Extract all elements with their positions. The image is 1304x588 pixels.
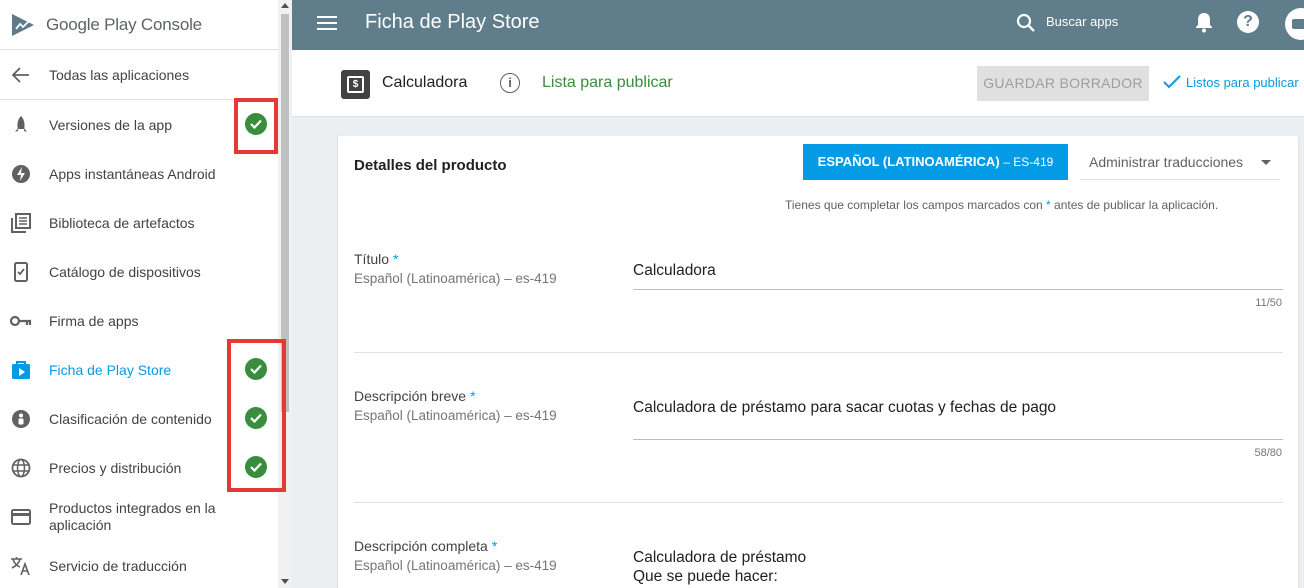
- arrow-back-icon: [10, 64, 32, 86]
- sidebar-item-label: Firma de apps: [49, 312, 139, 329]
- top-app-bar: Ficha de Play Store Buscar apps ?: [292, 0, 1304, 50]
- credit-card-icon: [10, 506, 32, 528]
- required-star: *: [491, 538, 498, 554]
- search-apps-label[interactable]: Buscar apps: [1046, 14, 1118, 29]
- field-locale: Español (Latinoamérica) – es-419: [354, 408, 557, 423]
- card-title: Detalles del producto: [354, 157, 507, 174]
- info-icon[interactable]: i: [500, 73, 520, 93]
- section-divider: [354, 502, 1283, 503]
- sidebar-scrollbar[interactable]: [278, 0, 292, 588]
- sidebar-item-label: Biblioteca de artefactos: [49, 214, 195, 231]
- sidebar-item-label: Catálogo de dispositivos: [49, 263, 201, 280]
- manage-translations-dropdown[interactable]: Administrar traducciones: [1080, 144, 1280, 180]
- short-description-input[interactable]: Calculadora de préstamo para sacar cuota…: [633, 399, 1056, 417]
- sidebar-item-traduccion[interactable]: Servicio de traducción: [0, 541, 278, 588]
- device-icon: [10, 261, 32, 283]
- required-star: *: [1046, 198, 1051, 212]
- sidebar-item-label: Clasificación de contenido: [49, 410, 212, 427]
- sidebar-item-biblioteca[interactable]: Biblioteca de artefactos: [0, 198, 278, 247]
- content-rating-icon: [10, 408, 32, 430]
- manage-translations-label: Administrar traducciones: [1089, 154, 1244, 170]
- brand-logo[interactable]: Google Play Console: [0, 0, 278, 50]
- search-icon[interactable]: [1015, 12, 1037, 34]
- page-title: Ficha de Play Store: [365, 11, 540, 33]
- full-description-line-1[interactable]: Calculadora de préstamo: [633, 549, 806, 567]
- app-subheader: $ Calculadora i Lista para publicar GUAR…: [292, 50, 1304, 117]
- title-input[interactable]: Calculadora: [633, 262, 716, 280]
- publish-status: Lista para publicar: [542, 74, 673, 91]
- save-draft-button[interactable]: GUARDAR BORRADOR: [977, 66, 1149, 101]
- language-code: – ES-419: [1003, 155, 1054, 169]
- key-icon: [10, 310, 32, 332]
- field-label-text: Título: [354, 251, 390, 267]
- sidebar-item-firma[interactable]: Firma de apps: [0, 296, 278, 345]
- library-icon: [10, 212, 32, 234]
- checkmark-icon: [1163, 75, 1181, 89]
- app-icon: $: [341, 70, 370, 99]
- input-underline: [633, 439, 1283, 440]
- highlight-box: [234, 98, 278, 154]
- avatar[interactable]: [1285, 8, 1304, 40]
- char-counter: 11/50: [1255, 297, 1282, 309]
- bolt-icon: [10, 163, 32, 185]
- required-star: *: [393, 251, 399, 267]
- required-star: *: [470, 388, 476, 404]
- app-name: Calculadora: [382, 74, 468, 91]
- brand-name: Google Play Console: [46, 14, 202, 34]
- language-button-label: ESPAÑOL (LATINOAMÉRICA): [817, 154, 1000, 169]
- sidebar: Google Play Console Todas las aplicacion…: [0, 0, 278, 588]
- full-description-label: Descripción completa *: [354, 538, 497, 554]
- menu-icon[interactable]: [317, 16, 337, 30]
- scroll-down-arrow-icon[interactable]: [281, 579, 289, 584]
- store-listing-icon: [10, 359, 32, 381]
- language-button[interactable]: ESPAÑOL (LATINOAMÉRICA) – ES-419: [803, 144, 1068, 180]
- sidebar-item-label: Precios y distribución: [49, 459, 182, 476]
- field-locale: Español (Latinoamérica) – es-419: [354, 558, 557, 573]
- highlight-box: [227, 339, 286, 492]
- required-note-text: Tienes que completar los campos marcados…: [785, 198, 1043, 212]
- ready-to-publish-label: Listos para publicar: [1186, 74, 1299, 90]
- char-counter: 58/80: [1254, 447, 1282, 459]
- short-description-label: Descripción breve *: [354, 388, 476, 404]
- required-note-text-end: antes de publicar la aplicación.: [1054, 198, 1219, 212]
- product-details-card: Detalles del producto ESPAÑOL (LATINOAMÉ…: [338, 136, 1298, 588]
- full-description-line-2[interactable]: Que se puede hacer:: [633, 568, 778, 586]
- input-underline: [633, 289, 1283, 290]
- field-label-text: Descripción breve: [354, 388, 467, 404]
- title-field-label: Título *: [354, 251, 398, 267]
- help-icon[interactable]: ?: [1237, 11, 1259, 33]
- chevron-down-icon: [1261, 160, 1271, 165]
- required-fields-note: Tienes que completar los campos marcados…: [785, 198, 1218, 212]
- ready-to-publish-link[interactable]: Listos para publicar: [1162, 74, 1299, 90]
- sidebar-item-productos[interactable]: Productos integrados en la aplicación: [0, 492, 278, 541]
- sidebar-item-label: Apps instantáneas Android: [49, 165, 216, 182]
- field-locale: Español (Latinoamérica) – es-419: [354, 271, 557, 286]
- scroll-up-arrow-icon[interactable]: [281, 3, 289, 8]
- back-label: Todas las aplicaciones: [49, 66, 190, 83]
- notifications-bell-icon[interactable]: [1193, 11, 1215, 33]
- play-console-logo-icon: [12, 13, 34, 36]
- rocket-icon: [10, 114, 32, 136]
- sidebar-item-label: Versiones de la app: [49, 116, 172, 133]
- sidebar-item-label: Servicio de traducción: [49, 557, 187, 574]
- section-divider: [354, 352, 1283, 353]
- sidebar-item-catalogo[interactable]: Catálogo de dispositivos: [0, 247, 278, 296]
- back-to-all-apps[interactable]: Todas las aplicaciones: [0, 50, 278, 99]
- sidebar-item-label: Ficha de Play Store: [49, 361, 172, 378]
- globe-icon: [10, 457, 32, 479]
- translate-icon: [10, 555, 32, 577]
- sidebar-item-label: Productos integrados en la aplicación: [49, 499, 216, 533]
- sidebar-item-apps-instantaneas[interactable]: Apps instantáneas Android: [0, 149, 278, 198]
- field-label-text: Descripción completa: [354, 538, 488, 554]
